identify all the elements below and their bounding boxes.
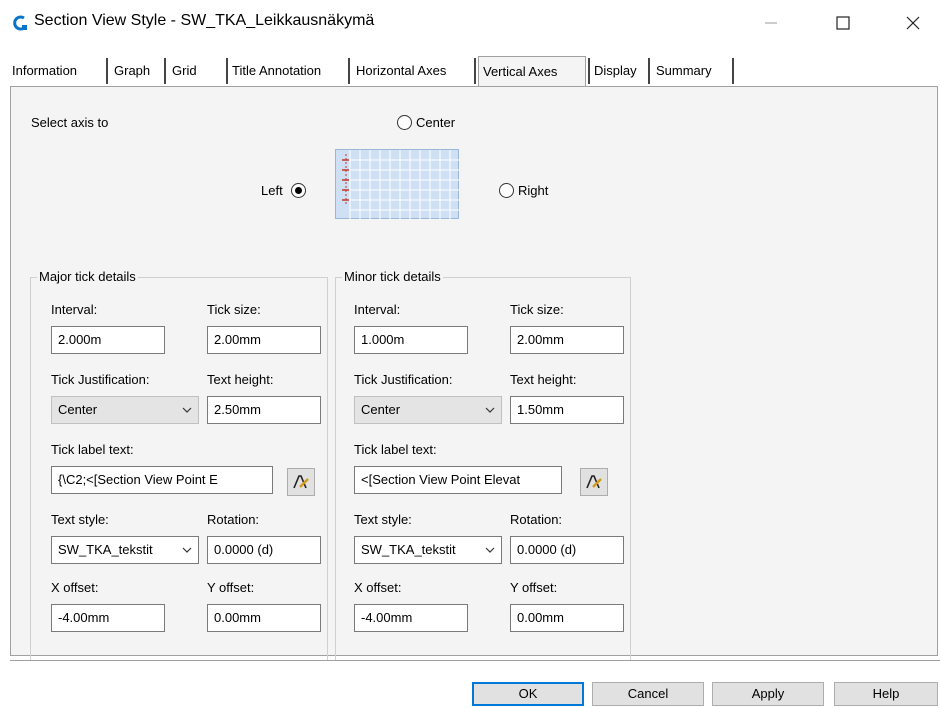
minor-label-text-input[interactable]: <[Section View Point Elevat: [354, 466, 562, 494]
minor-text-height-label: Text height:: [510, 372, 577, 387]
minor-tick-group: Minor tick details Interval: Tick size: …: [335, 269, 631, 661]
cancel-button[interactable]: Cancel: [592, 682, 704, 706]
major-x-offset-label: X offset:: [51, 580, 99, 595]
minor-text-editor-button[interactable]: [580, 468, 608, 496]
minor-x-offset-label: X offset:: [354, 580, 402, 595]
chevron-down-icon: [182, 407, 192, 413]
center-radio-label: Center: [416, 115, 456, 130]
title-bar: Section View Style - SW_TKA_Leikkausnäky…: [0, 0, 940, 46]
chevron-down-icon: [182, 547, 192, 553]
major-label-text-label: Tick label text:: [51, 442, 134, 457]
right-radio[interactable]: [499, 183, 514, 198]
tab-graph[interactable]: Graph: [110, 58, 166, 84]
close-icon: [906, 16, 920, 30]
maximize-button[interactable]: [820, 0, 866, 46]
major-text-height-input[interactable]: 2.50mm: [207, 396, 321, 424]
major-justification-select[interactable]: Center: [51, 396, 199, 424]
minor-interval-label: Interval:: [354, 302, 401, 317]
tab-title-annotation[interactable]: Title Annotation: [226, 58, 350, 84]
major-justification-value: Center: [58, 402, 98, 417]
right-radio-label: Right: [518, 183, 549, 198]
major-tick-group: Major tick details Interval: Tick size: …: [30, 269, 328, 661]
minimize-button[interactable]: [748, 0, 794, 46]
close-button[interactable]: [890, 0, 936, 46]
minor-tick-size-input[interactable]: 2.00mm: [510, 326, 624, 354]
minimize-icon: [765, 22, 777, 24]
minor-tick-size-label: Tick size:: [510, 302, 564, 317]
minor-justification-value: Center: [361, 402, 401, 417]
minor-label-text-label: Tick label text:: [354, 442, 437, 457]
left-radio-label: Left: [261, 183, 283, 198]
major-interval-input[interactable]: 2.000m: [51, 326, 165, 354]
major-rotation-input[interactable]: 0.0000 (d): [207, 536, 321, 564]
minor-text-style-label: Text style:: [354, 512, 412, 527]
major-y-offset-label: Y offset:: [207, 580, 255, 595]
footer-divider: [10, 660, 940, 661]
tab-grid[interactable]: Grid: [168, 58, 224, 84]
major-justification-label: Tick Justification:: [51, 372, 150, 387]
major-x-offset-input[interactable]: -4.00mm: [51, 604, 165, 632]
tab-summary[interactable]: Summary: [652, 58, 734, 84]
text-edit-icon: [293, 475, 309, 489]
help-button[interactable]: Help: [834, 682, 938, 706]
major-text-style-select[interactable]: SW_TKA_tekstit: [51, 536, 199, 564]
major-tick-legend: Major tick details: [37, 269, 138, 284]
grid-preview-graphic: [342, 150, 460, 220]
tab-display[interactable]: Display: [588, 58, 650, 84]
chevron-down-icon: [485, 547, 495, 553]
minor-text-style-value: SW_TKA_tekstit: [361, 542, 456, 557]
maximize-icon: [836, 16, 850, 30]
tab-vertical-axes[interactable]: Vertical Axes: [478, 56, 586, 86]
tab-horizontal-axes[interactable]: Horizontal Axes: [352, 58, 476, 84]
civil3d-icon: [13, 15, 27, 31]
vertical-axes-panel: Select axis to Center Left Right Major t…: [10, 86, 938, 661]
axis-grid-preview: [335, 149, 460, 220]
window-title: Section View Style - SW_TKA_Leikkausnäky…: [34, 12, 375, 29]
major-interval-label: Interval:: [51, 302, 98, 317]
major-tick-size-input[interactable]: 2.00mm: [207, 326, 321, 354]
minor-rotation-input[interactable]: 0.0000 (d): [510, 536, 624, 564]
chevron-down-icon: [485, 407, 495, 413]
major-text-height-label: Text height:: [207, 372, 274, 387]
minor-text-height-input[interactable]: 1.50mm: [510, 396, 624, 424]
apply-button[interactable]: Apply: [712, 682, 824, 706]
tab-information[interactable]: Information: [8, 58, 108, 84]
minor-text-style-select[interactable]: SW_TKA_tekstit: [354, 536, 502, 564]
minor-x-offset-input[interactable]: -4.00mm: [354, 604, 468, 632]
ok-button[interactable]: OK: [472, 682, 584, 706]
left-radio[interactable]: [291, 183, 306, 198]
text-edit-icon: [586, 475, 602, 489]
minor-justification-select[interactable]: Center: [354, 396, 502, 424]
minor-justification-label: Tick Justification:: [354, 372, 453, 387]
major-label-text-input[interactable]: {\C2;<[Section View Point E: [51, 466, 273, 494]
minor-rotation-label: Rotation:: [510, 512, 563, 527]
minor-tick-legend: Minor tick details: [342, 269, 443, 284]
major-text-style-label: Text style:: [51, 512, 109, 527]
minor-y-offset-label: Y offset:: [510, 580, 558, 595]
major-rotation-label: Rotation:: [207, 512, 260, 527]
center-radio[interactable]: [397, 115, 412, 130]
select-axis-label: Select axis to: [31, 115, 109, 130]
major-text-editor-button[interactable]: [287, 468, 315, 496]
major-text-style-value: SW_TKA_tekstit: [58, 542, 153, 557]
minor-y-offset-input[interactable]: 0.00mm: [510, 604, 624, 632]
major-tick-size-label: Tick size:: [207, 302, 261, 317]
major-y-offset-input[interactable]: 0.00mm: [207, 604, 321, 632]
minor-interval-input[interactable]: 1.000m: [354, 326, 468, 354]
